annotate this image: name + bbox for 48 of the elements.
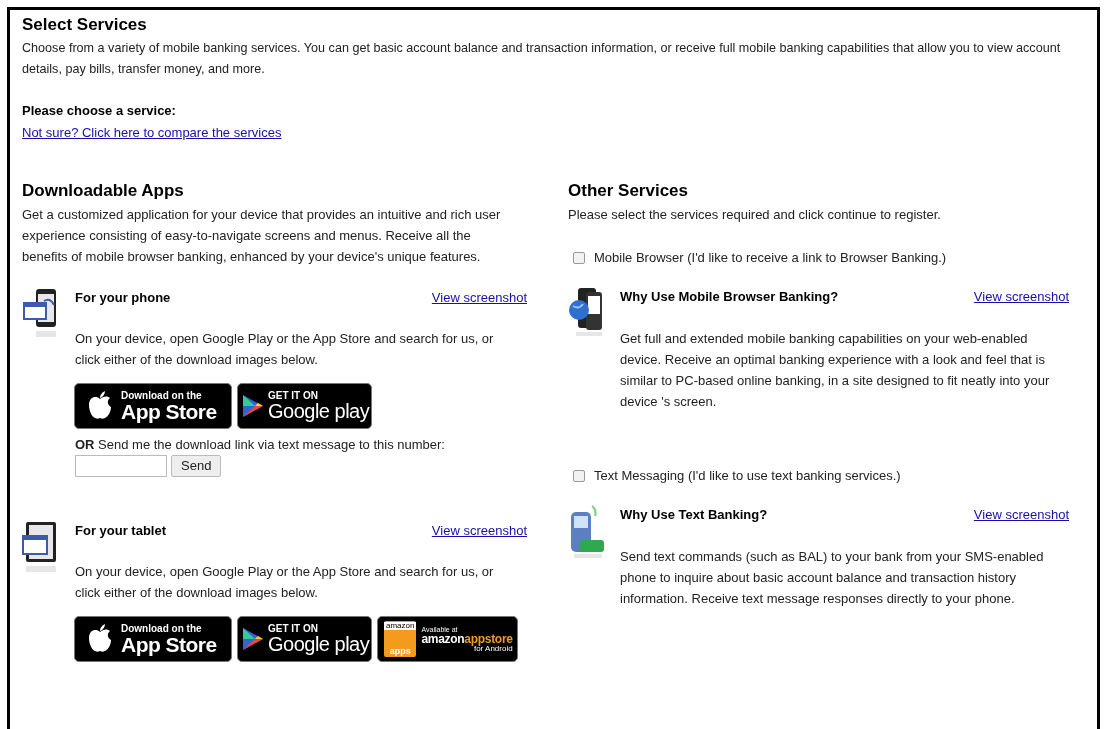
checkbox-label: Text Messaging (I'd like to use text banking services.) xyxy=(594,467,901,485)
phone-number-field[interactable] xyxy=(75,455,167,477)
device-title: For your phone xyxy=(75,289,171,307)
badge-title: App Store xyxy=(121,400,217,422)
section-heading: Downloadable Apps xyxy=(22,180,185,202)
sms-instructions: OR Send me the download link via text message to this number: xyxy=(75,436,446,454)
view-screenshot-link[interactable]: View screenshot xyxy=(431,520,527,541)
compare-link[interactable]: Not sure? Click here to compare the services xyxy=(22,125,282,140)
apple-icon xyxy=(87,624,113,654)
app-store-badge[interactable]: Download on the App Store xyxy=(74,616,232,662)
service-title: Why Use Mobile Browser Banking? xyxy=(620,288,839,306)
service-description: Get full and extended mobile banking capabilities on your web-enabled device. Receive an optimal banking experience with a look and feel that is similar to PC-based online banking, in a site designed to fit neatly into your device 's screen. xyxy=(620,330,1051,411)
checkbox-label: Mobile Browser (I'd like to receive a link to Browser Banking.) xyxy=(594,249,947,267)
checkbox[interactable] xyxy=(573,251,585,264)
badge-title: Google play xyxy=(268,634,370,654)
badge-caption: Download on the xyxy=(121,390,203,401)
play-triangle-icon xyxy=(242,394,264,418)
device-title: For your tablet xyxy=(75,522,166,540)
prompt-label: Please choose a service: xyxy=(22,102,177,120)
view-screenshot-link[interactable]: View screenshot xyxy=(973,504,1069,525)
logo-word: apps xyxy=(389,647,411,656)
page-title: Select Services xyxy=(22,14,148,36)
service-title: Why Use Text Banking? xyxy=(620,506,768,524)
view-screenshot-link[interactable]: View screenshot xyxy=(973,286,1069,307)
badge-caption: GET IT ON xyxy=(268,391,319,401)
section-description: Please select the services required and click continue to register. xyxy=(568,206,942,224)
intro-text: Choose from a variety of mobile banking services. You can get basic account balance and transaction information, or receive full mobile banking capabilities that allow you to view account details, pay bills, transfer money, and more. xyxy=(22,40,1062,78)
app-store-badge[interactable]: Download on the App Store xyxy=(74,383,232,429)
checkbox[interactable] xyxy=(573,469,585,482)
badge-caption: GET IT ON xyxy=(268,624,319,634)
google-play-badge[interactable]: GET IT ON Google play xyxy=(237,383,372,429)
google-play-badge[interactable]: GET IT ON Google play xyxy=(237,616,372,662)
device-instructions: On your device, open Google Play or the App Store and search for us, or click either of the download images below. xyxy=(75,563,495,602)
section-heading: Other Services xyxy=(568,180,689,202)
badge-caption: Download on the xyxy=(121,623,203,634)
globe-phone-icon xyxy=(568,286,604,338)
badge-title: App Store xyxy=(121,633,217,655)
section-description: Get a customized application for your device that provides an intuitive and rich user experience consisting of easy-to-navigate screens and menus. Receive all the benefits of mobile browser banking, enhanced by your device's unique features. xyxy=(22,206,502,266)
logo-word: amazon xyxy=(384,622,417,630)
view-screenshot-link[interactable]: View screenshot xyxy=(431,287,527,308)
send-button[interactable]: Send xyxy=(171,455,222,477)
apple-icon xyxy=(87,391,113,421)
service-description: Send text commands (such as BAL) to your bank from your SMS-enabled phone to inquire about basic account balance and transaction history information. Receive text message responses directly to your phone. xyxy=(620,548,1045,608)
play-triangle-icon xyxy=(242,627,264,651)
device-instructions: On your device, open Google Play or the App Store and search for us, or click either of the download images below. xyxy=(75,330,495,369)
badge-title: amazonappstore xyxy=(421,632,513,645)
sms-phone-icon xyxy=(568,504,604,560)
badge-title: Google play xyxy=(268,401,370,421)
